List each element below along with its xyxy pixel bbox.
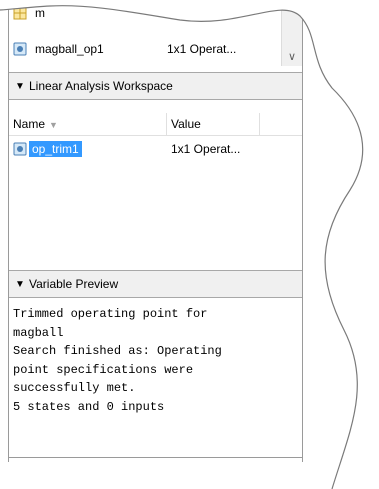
variable-name: magball_op1 — [35, 42, 104, 56]
section-title: Linear Analysis Workspace — [29, 79, 173, 93]
variable-value: 1x1 Operat... — [171, 142, 241, 156]
variable-preview-header[interactable]: ▼ Variable Preview — [9, 270, 302, 298]
sort-arrow-icon: ▼ — [49, 120, 58, 130]
linear-analysis-workspace-header[interactable]: ▼ Linear Analysis Workspace — [9, 72, 302, 100]
model-workspace-list: m 0.100 magball_op1 1x1 Operat... ∨ — [9, 0, 302, 70]
table-header: Name ▼ Value — [9, 113, 302, 136]
column-header-name[interactable]: Name ▼ — [9, 113, 167, 135]
matlab-workspace-browser: m 0.100 magball_op1 1x1 Operat... ∨ ▼ Li… — [0, 0, 379, 489]
vertical-scrollbar[interactable]: ∨ — [281, 0, 302, 66]
panel-bottom-border — [9, 457, 302, 458]
operating-point-icon — [13, 142, 27, 156]
selected-variable-name[interactable]: op_trim1 — [29, 141, 82, 157]
collapse-triangle-icon[interactable]: ▼ — [11, 81, 29, 92]
matrix-variable-icon — [13, 6, 27, 20]
operating-point-icon — [13, 42, 27, 56]
workspace-panel: m 0.100 magball_op1 1x1 Operat... ∨ ▼ Li… — [8, 0, 303, 462]
variable-name: m — [35, 6, 45, 20]
section-title: Variable Preview — [29, 277, 119, 291]
column-header-value[interactable]: Value — [167, 113, 260, 135]
chevron-down-icon[interactable]: ∨ — [282, 49, 302, 66]
variable-value: 0.100 — [167, 6, 198, 20]
collapse-triangle-icon[interactable]: ▼ — [11, 279, 29, 290]
table-row[interactable]: op_trim1 1x1 Operat... — [9, 140, 302, 158]
variable-value: 1x1 Operat... — [167, 42, 237, 56]
variable-preview-text: Trimmed operating point for magball Sear… — [13, 307, 222, 414]
